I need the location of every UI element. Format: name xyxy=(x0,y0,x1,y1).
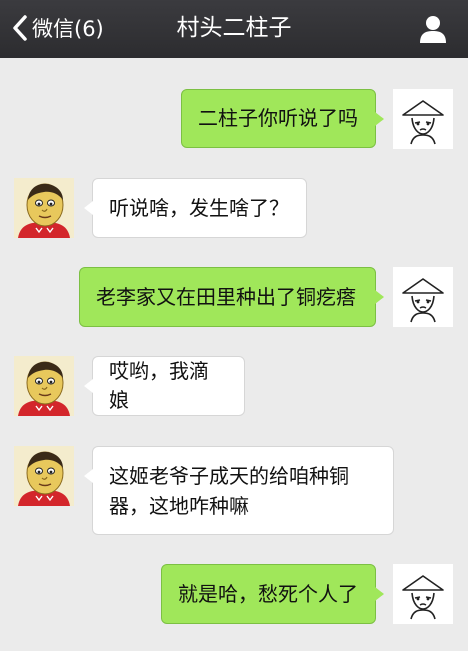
user-icon xyxy=(420,16,446,43)
top-bar: 微信(6) 村头二柱子 xyxy=(0,0,468,58)
cartoon-man-avatar-icon xyxy=(14,356,74,416)
cartoon-man-avatar-icon xyxy=(14,446,74,506)
contact-avatar[interactable] xyxy=(14,446,74,506)
message-bubble[interactable]: 这姬老爷子成天的给咱种铜器，这地咋种嘛 xyxy=(84,446,394,535)
message-text: 二柱子你听说了吗 xyxy=(198,106,358,130)
chevron-left-icon xyxy=(13,15,27,41)
message-text: 哎哟，我滴娘 xyxy=(109,359,209,412)
back-label: 微信(6) xyxy=(32,17,104,41)
message-bubble[interactable]: 就是哈，愁死个人了 xyxy=(161,564,384,624)
message-text: 就是哈，愁死个人了 xyxy=(178,581,358,606)
message-bubble[interactable]: 老李家又在田里种出了铜疙瘩 xyxy=(79,267,384,327)
message-bubble[interactable]: 哎哟，我滴娘 xyxy=(84,356,245,416)
cartoon-man-avatar-icon xyxy=(14,178,74,238)
message-text: 老李家又在田里种出了铜疙瘩 xyxy=(96,284,356,309)
my-avatar[interactable] xyxy=(393,564,453,624)
message-bubble[interactable]: 二柱子你听说了吗 xyxy=(181,89,384,148)
message-text: 听说啥，发生啥了？ xyxy=(109,195,289,220)
contact-avatar[interactable] xyxy=(14,178,74,238)
my-avatar[interactable] xyxy=(393,267,453,327)
farmer-hat-avatar-icon xyxy=(402,100,444,145)
farmer-hat-avatar-icon xyxy=(402,575,444,620)
message-text: 这姬老爷子成天的给咱种铜器，这地咋种嘛 xyxy=(109,464,349,518)
farmer-hat-avatar-icon xyxy=(402,278,444,323)
chat-info-button[interactable] xyxy=(418,14,448,44)
back-button[interactable]: 微信(6) xyxy=(12,12,104,44)
contact-avatar[interactable] xyxy=(14,356,74,416)
message-bubble[interactable]: 听说啥，发生啥了？ xyxy=(84,178,307,238)
my-avatar[interactable] xyxy=(393,89,453,149)
